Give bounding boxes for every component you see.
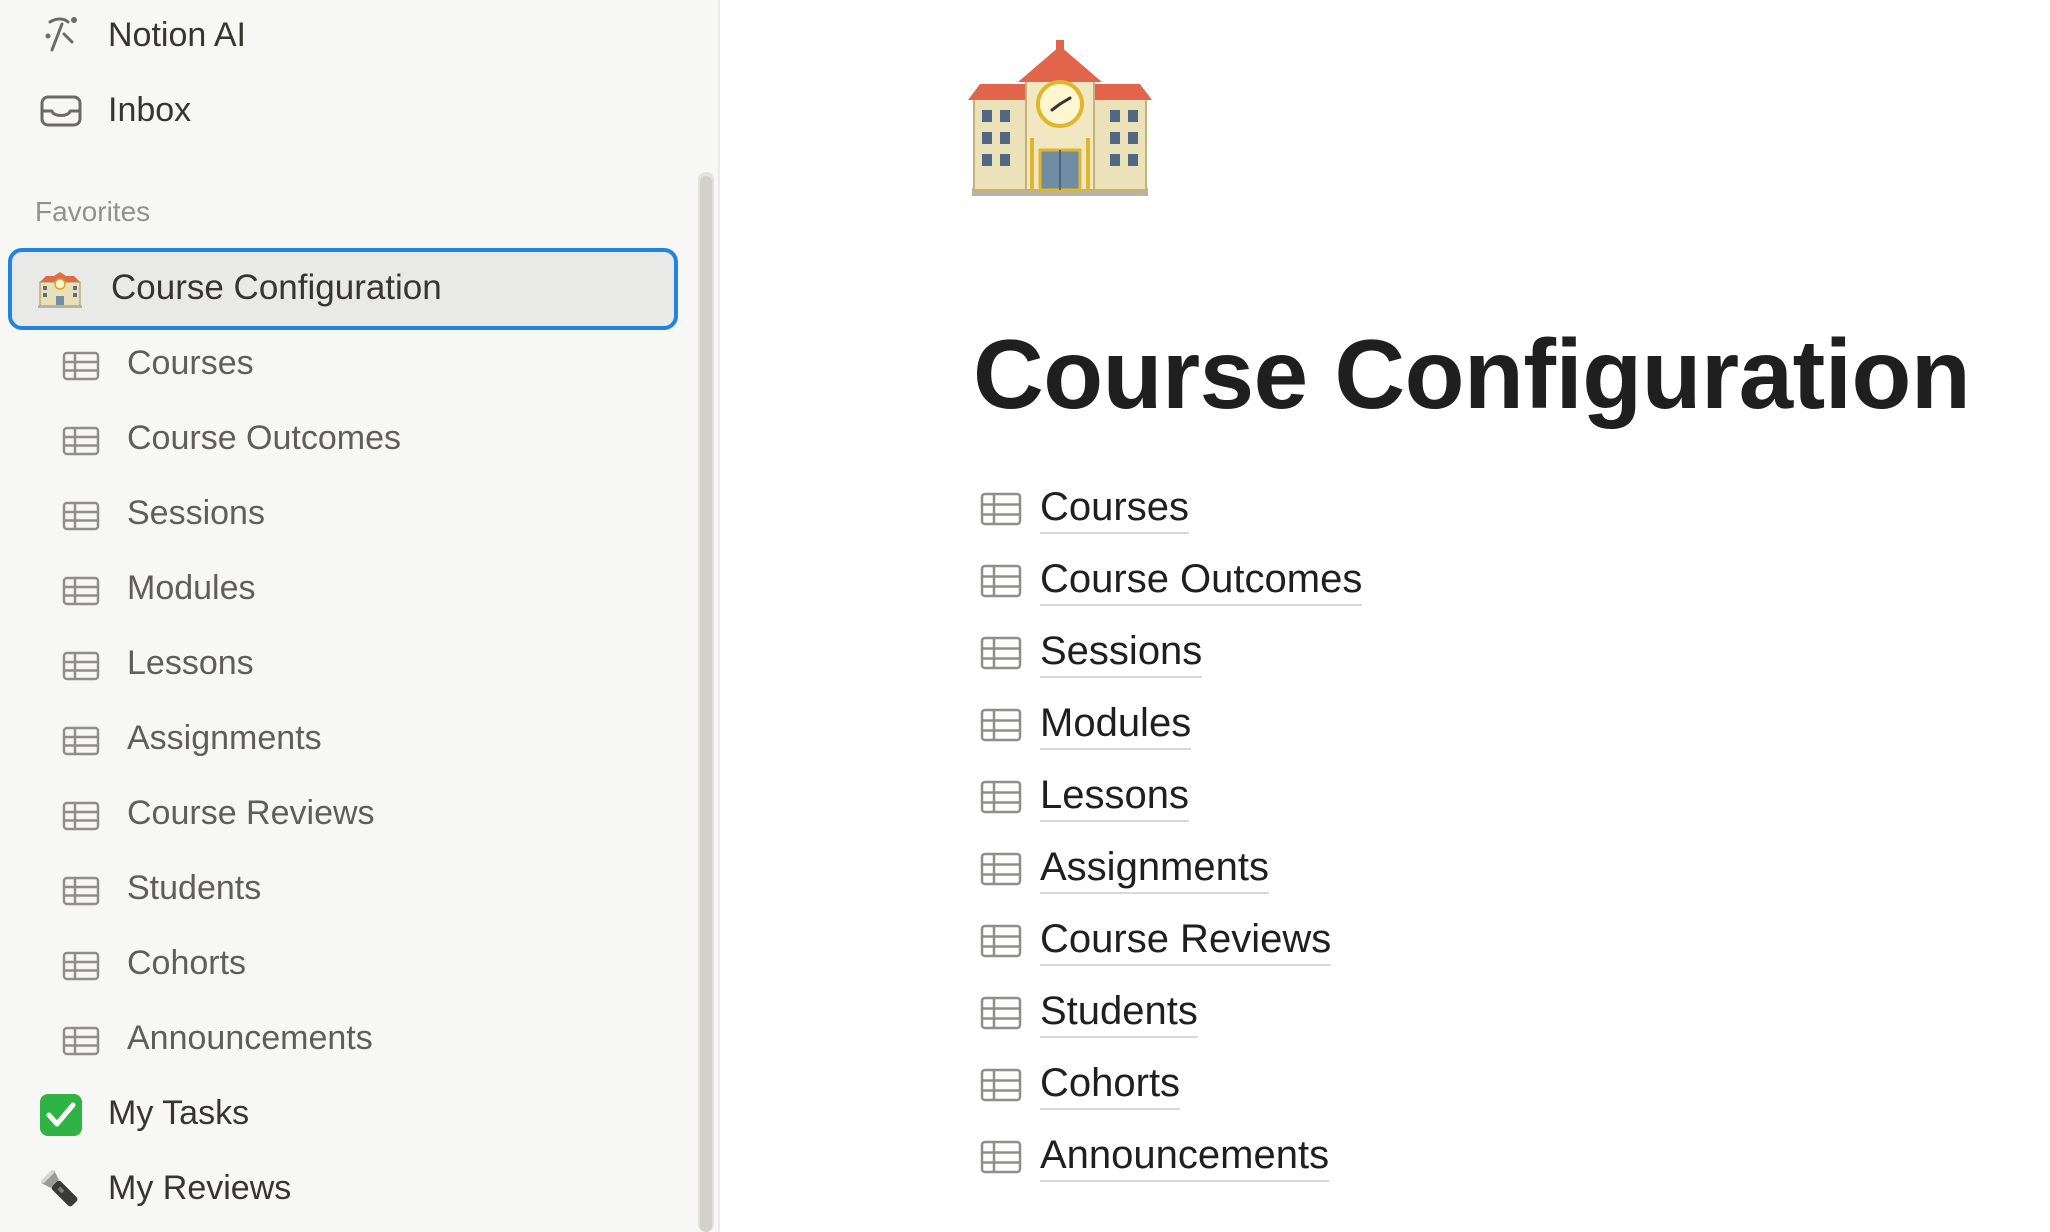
- page-link-label: Modules: [1040, 700, 1192, 750]
- main-content: Course Configuration Courses Course Outc…: [720, 0, 2050, 1232]
- sidebar-item-sessions[interactable]: Sessions: [0, 480, 680, 550]
- table-icon: [980, 564, 1022, 598]
- page-link-course-outcomes[interactable]: Course Outcomes: [980, 550, 1880, 610]
- sidebar-item-label: Notion AI: [108, 15, 246, 54]
- page-link-courses[interactable]: Courses: [980, 478, 1880, 538]
- sidebar-item-label: Courses: [127, 344, 254, 382]
- table-icon: [62, 576, 100, 606]
- page-link-announcements[interactable]: Announcements: [980, 1126, 1880, 1186]
- table-icon: [980, 492, 1022, 526]
- page-link-label: Courses: [1040, 484, 1189, 534]
- page-link-label: Cohorts: [1040, 1060, 1181, 1110]
- sidebar-item-label: Announcements: [127, 1019, 373, 1057]
- page-link-label: Course Outcomes: [1040, 556, 1363, 606]
- sidebar-item-courses[interactable]: Courses: [0, 330, 680, 400]
- sidebar-item-course-configuration[interactable]: Course Configuration: [8, 248, 678, 330]
- page-link-lessons[interactable]: Lessons: [980, 766, 1880, 826]
- table-icon: [62, 651, 100, 681]
- sidebar-item-lessons[interactable]: Lessons: [0, 630, 680, 700]
- sidebar-item-course-outcomes[interactable]: Course Outcomes: [0, 405, 680, 475]
- sidebar-item-notion-ai[interactable]: Notion AI: [0, 0, 680, 70]
- table-icon: [980, 852, 1022, 886]
- table-icon: [62, 951, 100, 981]
- table-icon: [980, 636, 1022, 670]
- sidebar-item-label: Assignments: [127, 719, 322, 757]
- notion-ai-icon: [38, 12, 84, 58]
- sidebar-item-label: Lessons: [127, 644, 254, 682]
- sidebar-item-label: Course Reviews: [127, 794, 375, 832]
- page-link-assignments[interactable]: Assignments: [980, 838, 1880, 898]
- sidebar-item-announcements[interactable]: Announcements: [0, 1005, 680, 1075]
- sidebar-item-cohorts[interactable]: Cohorts: [0, 930, 680, 1000]
- flashlight-icon: [38, 1167, 84, 1213]
- app-window: Notion AI Inbox Favorites Course Configu…: [0, 0, 2050, 1232]
- page-link-label: Sessions: [1040, 628, 1203, 678]
- sidebar-item-my-tasks[interactable]: My Tasks: [0, 1080, 680, 1150]
- school-building-icon[interactable]: [960, 38, 1160, 198]
- checkmark-icon: [38, 1092, 84, 1138]
- page-link-label: Assignments: [1040, 844, 1269, 894]
- page-link-label: Announcements: [1040, 1132, 1330, 1182]
- table-icon: [62, 351, 100, 381]
- sidebar-item-assignments[interactable]: Assignments: [0, 705, 680, 775]
- sidebar-item-students[interactable]: Students: [0, 855, 680, 925]
- inbox-icon: [38, 87, 84, 133]
- sidebar-item-label: Modules: [127, 569, 256, 607]
- page-link-label: Course Reviews: [1040, 916, 1332, 966]
- sidebar-item-label: Cohorts: [127, 944, 247, 982]
- sidebar-item-label: Sessions: [127, 494, 265, 532]
- sidebar-item-label: Inbox: [108, 90, 192, 129]
- sidebar-item-label: Course Configuration: [111, 268, 442, 307]
- table-icon: [62, 801, 100, 831]
- sidebar-scrollbar-thumb[interactable]: [700, 176, 712, 1232]
- table-icon: [980, 924, 1022, 958]
- page-link-label: Lessons: [1040, 772, 1189, 822]
- table-icon: [62, 726, 100, 756]
- sidebar-item-inbox[interactable]: Inbox: [0, 75, 680, 145]
- table-icon: [62, 426, 100, 456]
- sidebar-item-modules[interactable]: Modules: [0, 555, 680, 625]
- page-title[interactable]: Course Configuration: [973, 318, 1971, 431]
- page-link-sessions[interactable]: Sessions: [980, 622, 1880, 682]
- page-link-cohorts[interactable]: Cohorts: [980, 1054, 1880, 1114]
- table-icon: [980, 708, 1022, 742]
- table-icon: [980, 996, 1022, 1030]
- table-icon: [980, 1140, 1022, 1174]
- table-icon: [62, 876, 100, 906]
- sidebar-item-label: My Tasks: [108, 1094, 250, 1132]
- page-link-course-reviews[interactable]: Course Reviews: [980, 910, 1880, 970]
- sidebar-item-label: Students: [127, 869, 262, 907]
- sidebar-item-label: Course Outcomes: [127, 419, 401, 457]
- favorites-section-label: Favorites: [35, 196, 151, 227]
- page-link-label: Students: [1040, 988, 1198, 1038]
- sidebar: Notion AI Inbox Favorites Course Configu…: [0, 0, 720, 1232]
- page-link-students[interactable]: Students: [980, 982, 1880, 1042]
- table-icon: [62, 1026, 100, 1056]
- table-icon: [62, 501, 100, 531]
- table-icon: [980, 780, 1022, 814]
- page-link-modules[interactable]: Modules: [980, 694, 1880, 754]
- sidebar-item-label: My Reviews: [108, 1169, 292, 1207]
- sidebar-item-course-reviews[interactable]: Course Reviews: [0, 780, 680, 850]
- table-icon: [980, 1068, 1022, 1102]
- sidebar-item-my-reviews[interactable]: My Reviews: [0, 1155, 680, 1225]
- school-building-icon: [38, 272, 82, 308]
